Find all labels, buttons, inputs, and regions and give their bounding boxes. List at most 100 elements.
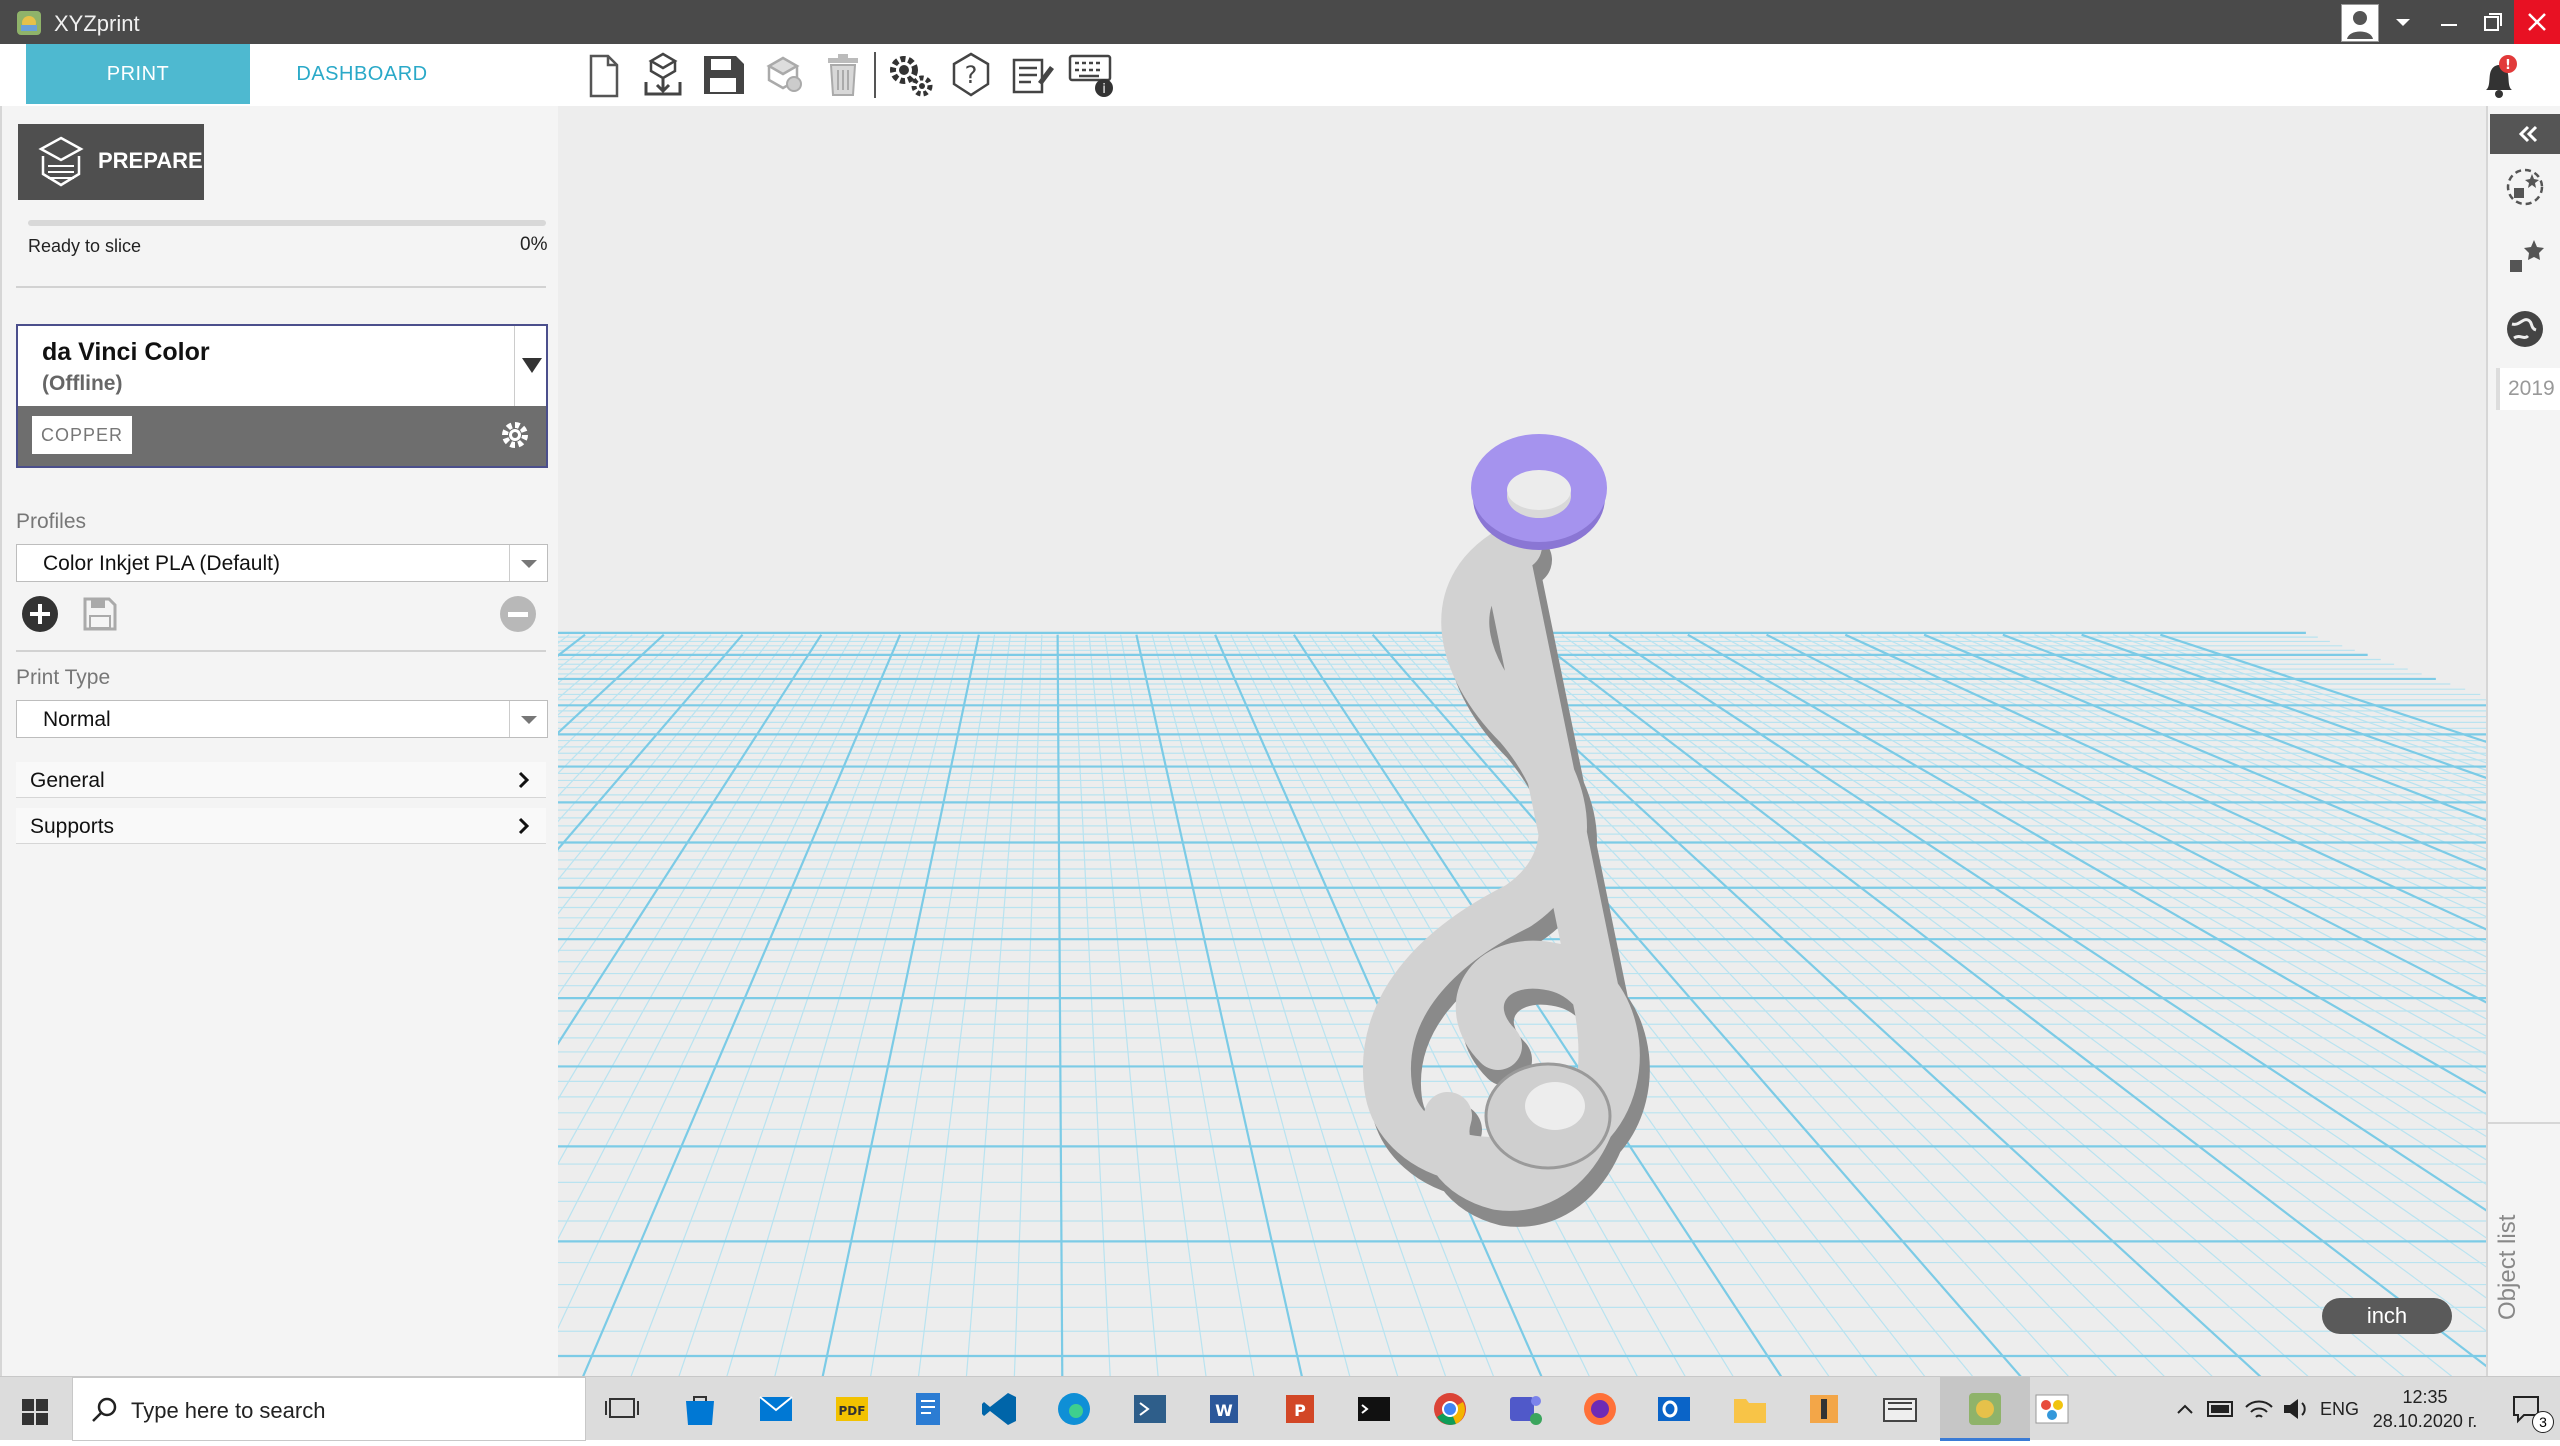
- object-list-tab[interactable]: Object list: [2494, 1215, 2522, 1320]
- action-center-icon: [2513, 1396, 2539, 1424]
- toolbar-divider: [874, 52, 876, 98]
- tab-dashboard[interactable]: DASHBOARD: [250, 44, 474, 104]
- command-prompt-icon[interactable]: [1352, 1387, 1396, 1431]
- chevron-down-icon: [509, 545, 547, 581]
- settings-gears-icon[interactable]: [884, 48, 938, 102]
- language-indicator[interactable]: ENG: [2320, 1399, 2359, 1420]
- svg-text:i: i: [1102, 82, 1106, 97]
- prepare-label: PREPARE: [98, 148, 203, 173]
- printer-selector[interactable]: da Vinci Color (Offline) COPPER: [16, 324, 548, 468]
- import-model-icon[interactable]: [636, 48, 690, 102]
- notes-edit-icon[interactable]: [1004, 48, 1058, 102]
- wifi-icon[interactable]: [2242, 1377, 2276, 1441]
- print-type-value: Normal: [43, 708, 111, 731]
- window-title: XYZprint: [54, 11, 140, 36]
- taskbar-search-box[interactable]: Type here to search: [72, 1377, 586, 1441]
- edge-browser-icon[interactable]: [1052, 1387, 1096, 1431]
- file-explorer-icon[interactable]: [1728, 1387, 1772, 1431]
- printer-settings-gear-icon[interactable]: [498, 418, 532, 452]
- section-general[interactable]: General: [16, 762, 546, 798]
- notification-count-badge: 3: [2532, 1411, 2554, 1433]
- svg-text:?: ?: [965, 61, 978, 89]
- teams-icon[interactable]: [1502, 1387, 1546, 1431]
- printer-dropdown-caret-icon[interactable]: [514, 326, 548, 406]
- online-models-globe-icon[interactable]: [2502, 306, 2548, 352]
- tray-overflow-chevron-icon[interactable]: [2170, 1377, 2200, 1441]
- file-manager-icon[interactable]: [1878, 1387, 1922, 1431]
- close-button[interactable]: [2514, 0, 2560, 44]
- minimize-button[interactable]: [2426, 0, 2472, 44]
- vscode-icon[interactable]: [978, 1387, 1022, 1431]
- svg-text:W: W: [1215, 1401, 1233, 1420]
- add-profile-icon[interactable]: [20, 594, 60, 634]
- mail-icon[interactable]: [754, 1387, 798, 1431]
- chevron-right-icon: [518, 817, 530, 835]
- taskbar-clock[interactable]: 12:35 28.10.2020 г.: [2360, 1385, 2490, 1433]
- section-general-label: General: [30, 769, 105, 792]
- notepad-icon[interactable]: [906, 1387, 950, 1431]
- print-type-label: Print Type: [16, 666, 111, 689]
- 3d-viewport[interactable]: [558, 106, 2486, 1376]
- chevron-down-icon: [509, 701, 547, 737]
- save-icon[interactable]: [696, 48, 750, 102]
- auto-arrange-icon[interactable]: [2502, 164, 2548, 210]
- outlook-icon[interactable]: [1652, 1387, 1696, 1431]
- prepare-layers-icon: [38, 136, 84, 187]
- inkscape-app-icon[interactable]: [1802, 1387, 1846, 1431]
- battery-icon[interactable]: [2204, 1377, 2238, 1441]
- notification-bell-icon[interactable]: !: [2478, 54, 2520, 102]
- delete-trash-icon-disabled[interactable]: [816, 48, 870, 102]
- pdf-reader-icon[interactable]: PDF: [830, 1387, 874, 1431]
- double-chevron-left-icon: [2518, 125, 2538, 143]
- year-label: 2019: [2496, 368, 2560, 410]
- prepare-button[interactable]: PREPARE: [18, 124, 204, 200]
- microsoft-store-icon[interactable]: [678, 1387, 722, 1431]
- terminal-app-icon[interactable]: [1128, 1387, 1172, 1431]
- volume-icon[interactable]: [2278, 1377, 2312, 1441]
- collapse-panel-button[interactable]: [2490, 114, 2560, 154]
- user-account-icon[interactable]: [2341, 4, 2379, 42]
- section-supports[interactable]: Supports: [16, 808, 546, 844]
- tab-print[interactable]: PRINT: [26, 44, 250, 104]
- remove-profile-icon-disabled[interactable]: [498, 594, 538, 634]
- taskbar-active-app[interactable]: [1940, 1377, 2030, 1441]
- svg-text:P: P: [1294, 1401, 1306, 1420]
- powerpoint-icon[interactable]: P: [1278, 1387, 1322, 1431]
- print-type-dropdown[interactable]: Normal: [16, 700, 548, 738]
- clock-date: 28.10.2020 г.: [2372, 1411, 2478, 1431]
- firefox-icon[interactable]: [1578, 1387, 1622, 1431]
- chevron-right-icon: [518, 771, 530, 789]
- unit-toggle-button[interactable]: inch: [2322, 1298, 2452, 1334]
- slice-progress-bar: [28, 220, 546, 226]
- auto-place-icon[interactable]: [2502, 234, 2548, 280]
- svg-text:PDF: PDF: [839, 1404, 866, 1418]
- main-toolbar: PRINT DASHBOARD ? i !: [0, 44, 2560, 106]
- search-icon: [92, 1397, 117, 1422]
- print-settings-panel: PREPARE Ready to slice 0% da Vinci Color…: [0, 106, 558, 1376]
- title-bar: XYZprint: [0, 0, 2560, 44]
- windows-start-icon[interactable]: [0, 1377, 70, 1441]
- account-menu-chevron-icon[interactable]: [2380, 0, 2426, 44]
- torus-ring-model[interactable]: [1471, 434, 1607, 550]
- new-file-icon[interactable]: [576, 48, 630, 102]
- keyboard-shortcuts-icon[interactable]: i: [1064, 48, 1118, 102]
- help-question-icon[interactable]: ?: [944, 48, 998, 102]
- restore-button[interactable]: [2470, 0, 2516, 44]
- task-view-icon[interactable]: [600, 1387, 644, 1431]
- paint-app-icon[interactable]: [2030, 1387, 2074, 1431]
- export-model-icon-disabled[interactable]: [756, 48, 810, 102]
- action-center-button[interactable]: 3: [2494, 1377, 2560, 1441]
- xyzprint-app-icon: [17, 11, 41, 35]
- svg-text:!: !: [2505, 58, 2511, 73]
- divider: [16, 650, 546, 652]
- chrome-icon[interactable]: [1428, 1387, 1472, 1431]
- printer-name: da Vinci Color: [42, 338, 210, 366]
- save-profile-icon-disabled[interactable]: [80, 594, 120, 634]
- profiles-dropdown[interactable]: Color Inkjet PLA (Default): [16, 544, 548, 582]
- build-plate-grid: [558, 106, 2486, 1376]
- search-placeholder: Type here to search: [131, 1398, 326, 1423]
- right-tools-sidebar: 2019 Object list: [2486, 106, 2560, 1376]
- word-icon[interactable]: W: [1202, 1387, 1246, 1431]
- section-supports-label: Supports: [30, 815, 115, 838]
- material-badge: COPPER: [32, 416, 132, 454]
